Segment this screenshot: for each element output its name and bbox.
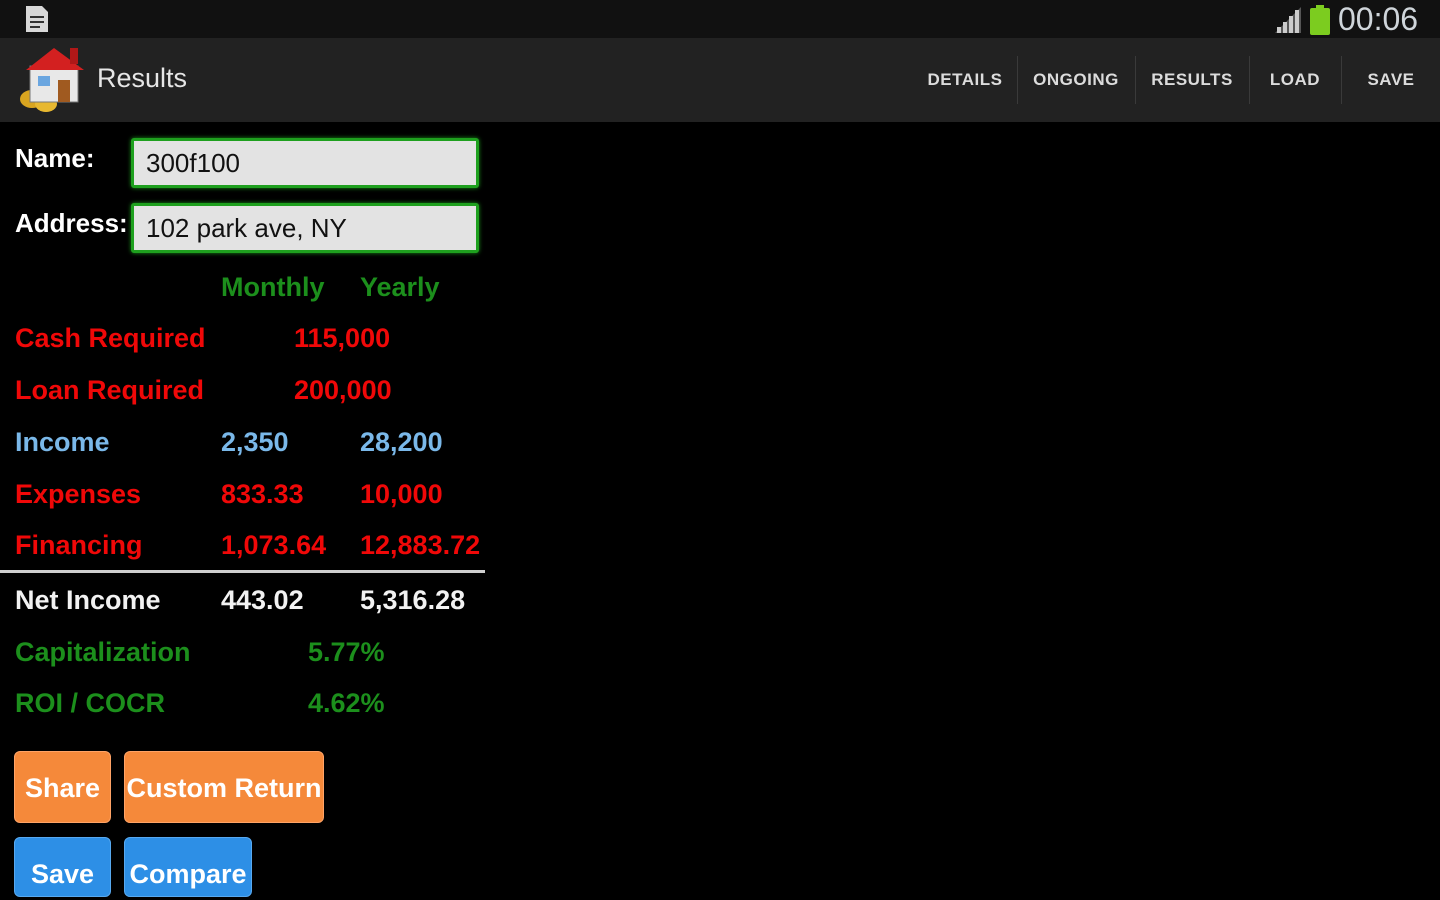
- divider: [1135, 56, 1136, 104]
- divider: [1341, 56, 1342, 104]
- status-time: 00:06: [1338, 1, 1419, 37]
- save-action[interactable]: SAVE: [1343, 38, 1439, 122]
- financing-label: Financing: [15, 530, 143, 560]
- load-action[interactable]: LOAD: [1251, 38, 1339, 122]
- name-label: Name:: [15, 143, 95, 173]
- custom-return-button[interactable]: Custom Return: [124, 751, 324, 823]
- capitalization-value: 5.77%: [308, 637, 385, 667]
- action-bar: Results DETAILS ONGOING RESULTS LOAD SAV…: [0, 38, 1440, 122]
- notification-icon: [26, 6, 48, 32]
- cash-required-label: Cash Required: [15, 323, 206, 353]
- totals-divider: [0, 570, 485, 573]
- roi-label: ROI / COCR: [15, 688, 166, 718]
- compare-button[interactable]: Compare: [124, 837, 252, 897]
- expenses-label: Expenses: [15, 479, 142, 509]
- expenses-yearly: 10,000: [360, 479, 443, 509]
- divider: [1017, 56, 1018, 104]
- battery-icon: [1310, 5, 1330, 35]
- divider: [1249, 56, 1250, 104]
- yearly-header: Yearly: [360, 272, 440, 302]
- ongoing-tab[interactable]: ONGOING: [1019, 38, 1133, 122]
- capitalization-label: Capitalization: [15, 637, 191, 667]
- loan-required-value: 200,000: [294, 375, 392, 405]
- address-field[interactable]: 102 park ave, NY: [131, 203, 479, 253]
- cash-required-value: 115,000: [294, 323, 391, 353]
- income-yearly: 28,200: [360, 427, 443, 457]
- status-bar: 00:06: [0, 0, 1440, 38]
- monthly-header: Monthly: [221, 272, 325, 302]
- financing-yearly: 12,883.72: [360, 530, 481, 560]
- page-title: Results: [97, 63, 188, 93]
- name-field[interactable]: 300f100: [131, 138, 479, 188]
- financing-monthly: 1,073.64: [221, 530, 327, 560]
- address-label: Address:: [15, 208, 128, 238]
- net-income-monthly: 443.02: [221, 585, 304, 615]
- roi-value: 4.62%: [308, 688, 385, 718]
- save-button[interactable]: Save: [14, 837, 111, 897]
- house-icon[interactable]: [16, 44, 90, 114]
- results-tab[interactable]: RESULTS: [1137, 38, 1247, 122]
- share-button[interactable]: Share: [14, 751, 111, 823]
- signal-icon: [1275, 7, 1301, 33]
- loan-required-label: Loan Required: [15, 375, 205, 405]
- net-income-yearly: 5,316.28: [360, 585, 466, 615]
- details-tab[interactable]: DETAILS: [914, 38, 1016, 122]
- expenses-monthly: 833.33: [221, 479, 304, 509]
- income-monthly: 2,350: [221, 427, 289, 457]
- net-income-label: Net Income: [15, 585, 161, 615]
- income-label: Income: [15, 427, 110, 457]
